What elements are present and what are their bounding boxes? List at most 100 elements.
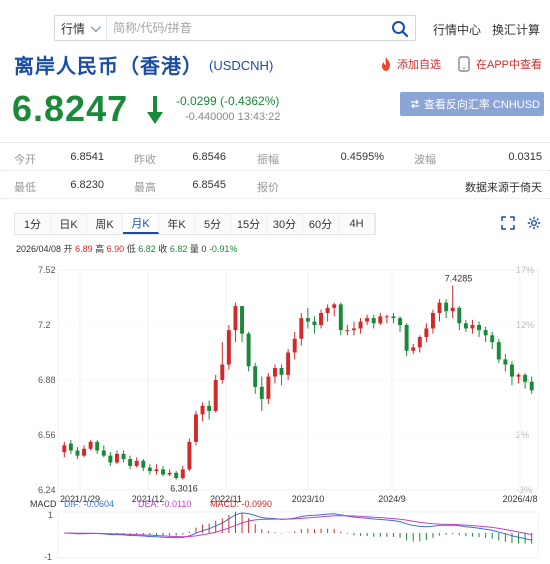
x-tick-label: 2026/4/8 (502, 494, 537, 504)
tab-period[interactable]: 5分 (195, 214, 231, 234)
stat-amplitude-label: 振幅 (257, 154, 279, 166)
candle-body (523, 374, 528, 382)
fullscreen-icon[interactable] (501, 216, 515, 230)
add-watchlist-button[interactable]: 添加自选 (378, 56, 441, 72)
candle-body (299, 318, 304, 339)
ohlc-high-label: 高 (95, 244, 105, 254)
candle-body (378, 316, 383, 324)
candle-body (391, 316, 396, 319)
price-change: -0.0299 (-0.4362%) (176, 94, 280, 108)
price-sub-info: -0.440000 13:43:22 (185, 111, 281, 123)
flame-icon (382, 57, 390, 71)
y-tick-label-right: 12% (516, 320, 534, 330)
swap-icon (411, 99, 419, 109)
tab-period[interactable]: 1分 (15, 214, 51, 234)
candle-body (463, 323, 468, 329)
period-tabs: 1分 日K 周K 月K 年K 5分 15分 30分 60分 4H (14, 213, 376, 235)
candle-body (292, 338, 297, 353)
down-arrow-icon (147, 96, 163, 124)
macd-dea-label: DEA: -0.0110 (138, 499, 191, 509)
candle-body (121, 453, 126, 460)
candle-body (516, 374, 521, 377)
candle-body (490, 335, 495, 343)
stat-prevclose-value: 6.8546 (192, 151, 226, 163)
candle-body (207, 405, 212, 411)
y-tick-label-right: 17% (516, 265, 534, 275)
candle-body (424, 328, 429, 338)
reverse-rate-label: 查看反向汇率 CNHUSD (423, 99, 540, 111)
search-box: 行情 (54, 15, 416, 41)
candle-body (351, 328, 356, 331)
candlestick-chart[interactable]: 7.52 17%7.2 12%6.88 7%6.56 2%6.24 -3%2021/1/2… (0, 258, 550, 564)
page-title: 离岸人民币（香港） (14, 56, 203, 78)
candle-body (312, 321, 317, 325)
candle-body (161, 469, 166, 475)
add-watchlist-label: 添加自选 (397, 59, 441, 71)
stat-open-label: 今开 (14, 154, 36, 166)
stat-high-value: 6.8545 (192, 179, 226, 191)
candle-body (62, 445, 67, 453)
high-annotation: 7.4285 (445, 273, 473, 283)
candle-body (272, 367, 277, 377)
ohlc-open: 6.89 (75, 244, 93, 254)
candle-body (95, 441, 100, 451)
candle-body (319, 312, 324, 325)
candle-body (325, 307, 330, 313)
tab-period[interactable]: 月K (123, 214, 159, 234)
candle-body (187, 441, 192, 470)
tab-period[interactable]: 15分 (231, 214, 267, 234)
market-center-link[interactable]: 行情中心 (433, 21, 481, 38)
y-tick-label: 7.52 (38, 265, 56, 275)
candle-body (509, 364, 514, 377)
candle-body (496, 342, 501, 360)
candle-body (141, 460, 146, 468)
tab-period[interactable]: 30分 (267, 214, 303, 234)
tab-period[interactable]: 日K (51, 214, 87, 234)
stat-prevclose-label: 昨收 (134, 154, 156, 166)
candle-body (88, 441, 93, 449)
stat-amplitude-value: 0.4595% (340, 151, 384, 163)
stat-high-label: 最高 (134, 182, 156, 194)
macd-y-label: -1 (44, 552, 52, 562)
ohlc-amount: 0 (201, 244, 207, 254)
candle-body (437, 302, 442, 313)
search-category-select[interactable]: 行情 (55, 16, 107, 40)
stat-range-label: 波幅 (414, 154, 436, 166)
search-input[interactable] (107, 17, 377, 39)
candle-body (213, 380, 218, 411)
candle-body (128, 459, 133, 466)
stat-open-value: 6.8541 (70, 151, 104, 163)
last-price: 6.8247 (12, 88, 129, 129)
tab-period[interactable]: 周K (87, 214, 123, 234)
ohlc-pct: -0.91% (208, 244, 238, 254)
candle-body (398, 318, 403, 325)
candle-body (174, 472, 179, 478)
phone-icon (458, 56, 470, 72)
macd-dif-label: DIF: -0.0604 (64, 499, 114, 509)
tab-period[interactable]: 4H (339, 214, 375, 234)
stat-low-value: 6.8230 (70, 179, 104, 191)
ohlc-low-label: 低 (126, 244, 136, 254)
candle-body (279, 367, 284, 375)
symbol-code: (USDCNH) (209, 58, 274, 73)
y-tick-label: 6.24 (38, 485, 56, 495)
candle-body (114, 453, 119, 463)
candle-body (193, 414, 198, 442)
ohlc-low: 6.82 (138, 244, 156, 254)
view-in-app-button[interactable]: 在APP中查看 (458, 56, 542, 72)
chevron-down-icon (90, 21, 101, 32)
candle-body (470, 325, 475, 329)
candle-body (529, 381, 534, 391)
candle-body (134, 460, 139, 466)
tab-period[interactable]: 60分 (303, 214, 339, 234)
stats-table: 今开 6.8541 昨收 6.8546 振幅 0.4595% 波幅 0.0315… (0, 142, 550, 200)
exchange-calculator-link[interactable]: 换汇计算 (492, 21, 540, 38)
candle-body (108, 455, 113, 463)
search-category-label: 行情 (61, 21, 86, 36)
reverse-rate-button[interactable]: 查看反向汇率 CNHUSD (400, 92, 544, 116)
settings-gear-icon[interactable] (527, 216, 541, 230)
tab-period[interactable]: 年K (159, 214, 195, 234)
view-in-app-label: 在APP中查看 (476, 59, 543, 71)
search-icon[interactable] (391, 20, 409, 38)
ohlc-close: 6.82 (169, 244, 188, 254)
